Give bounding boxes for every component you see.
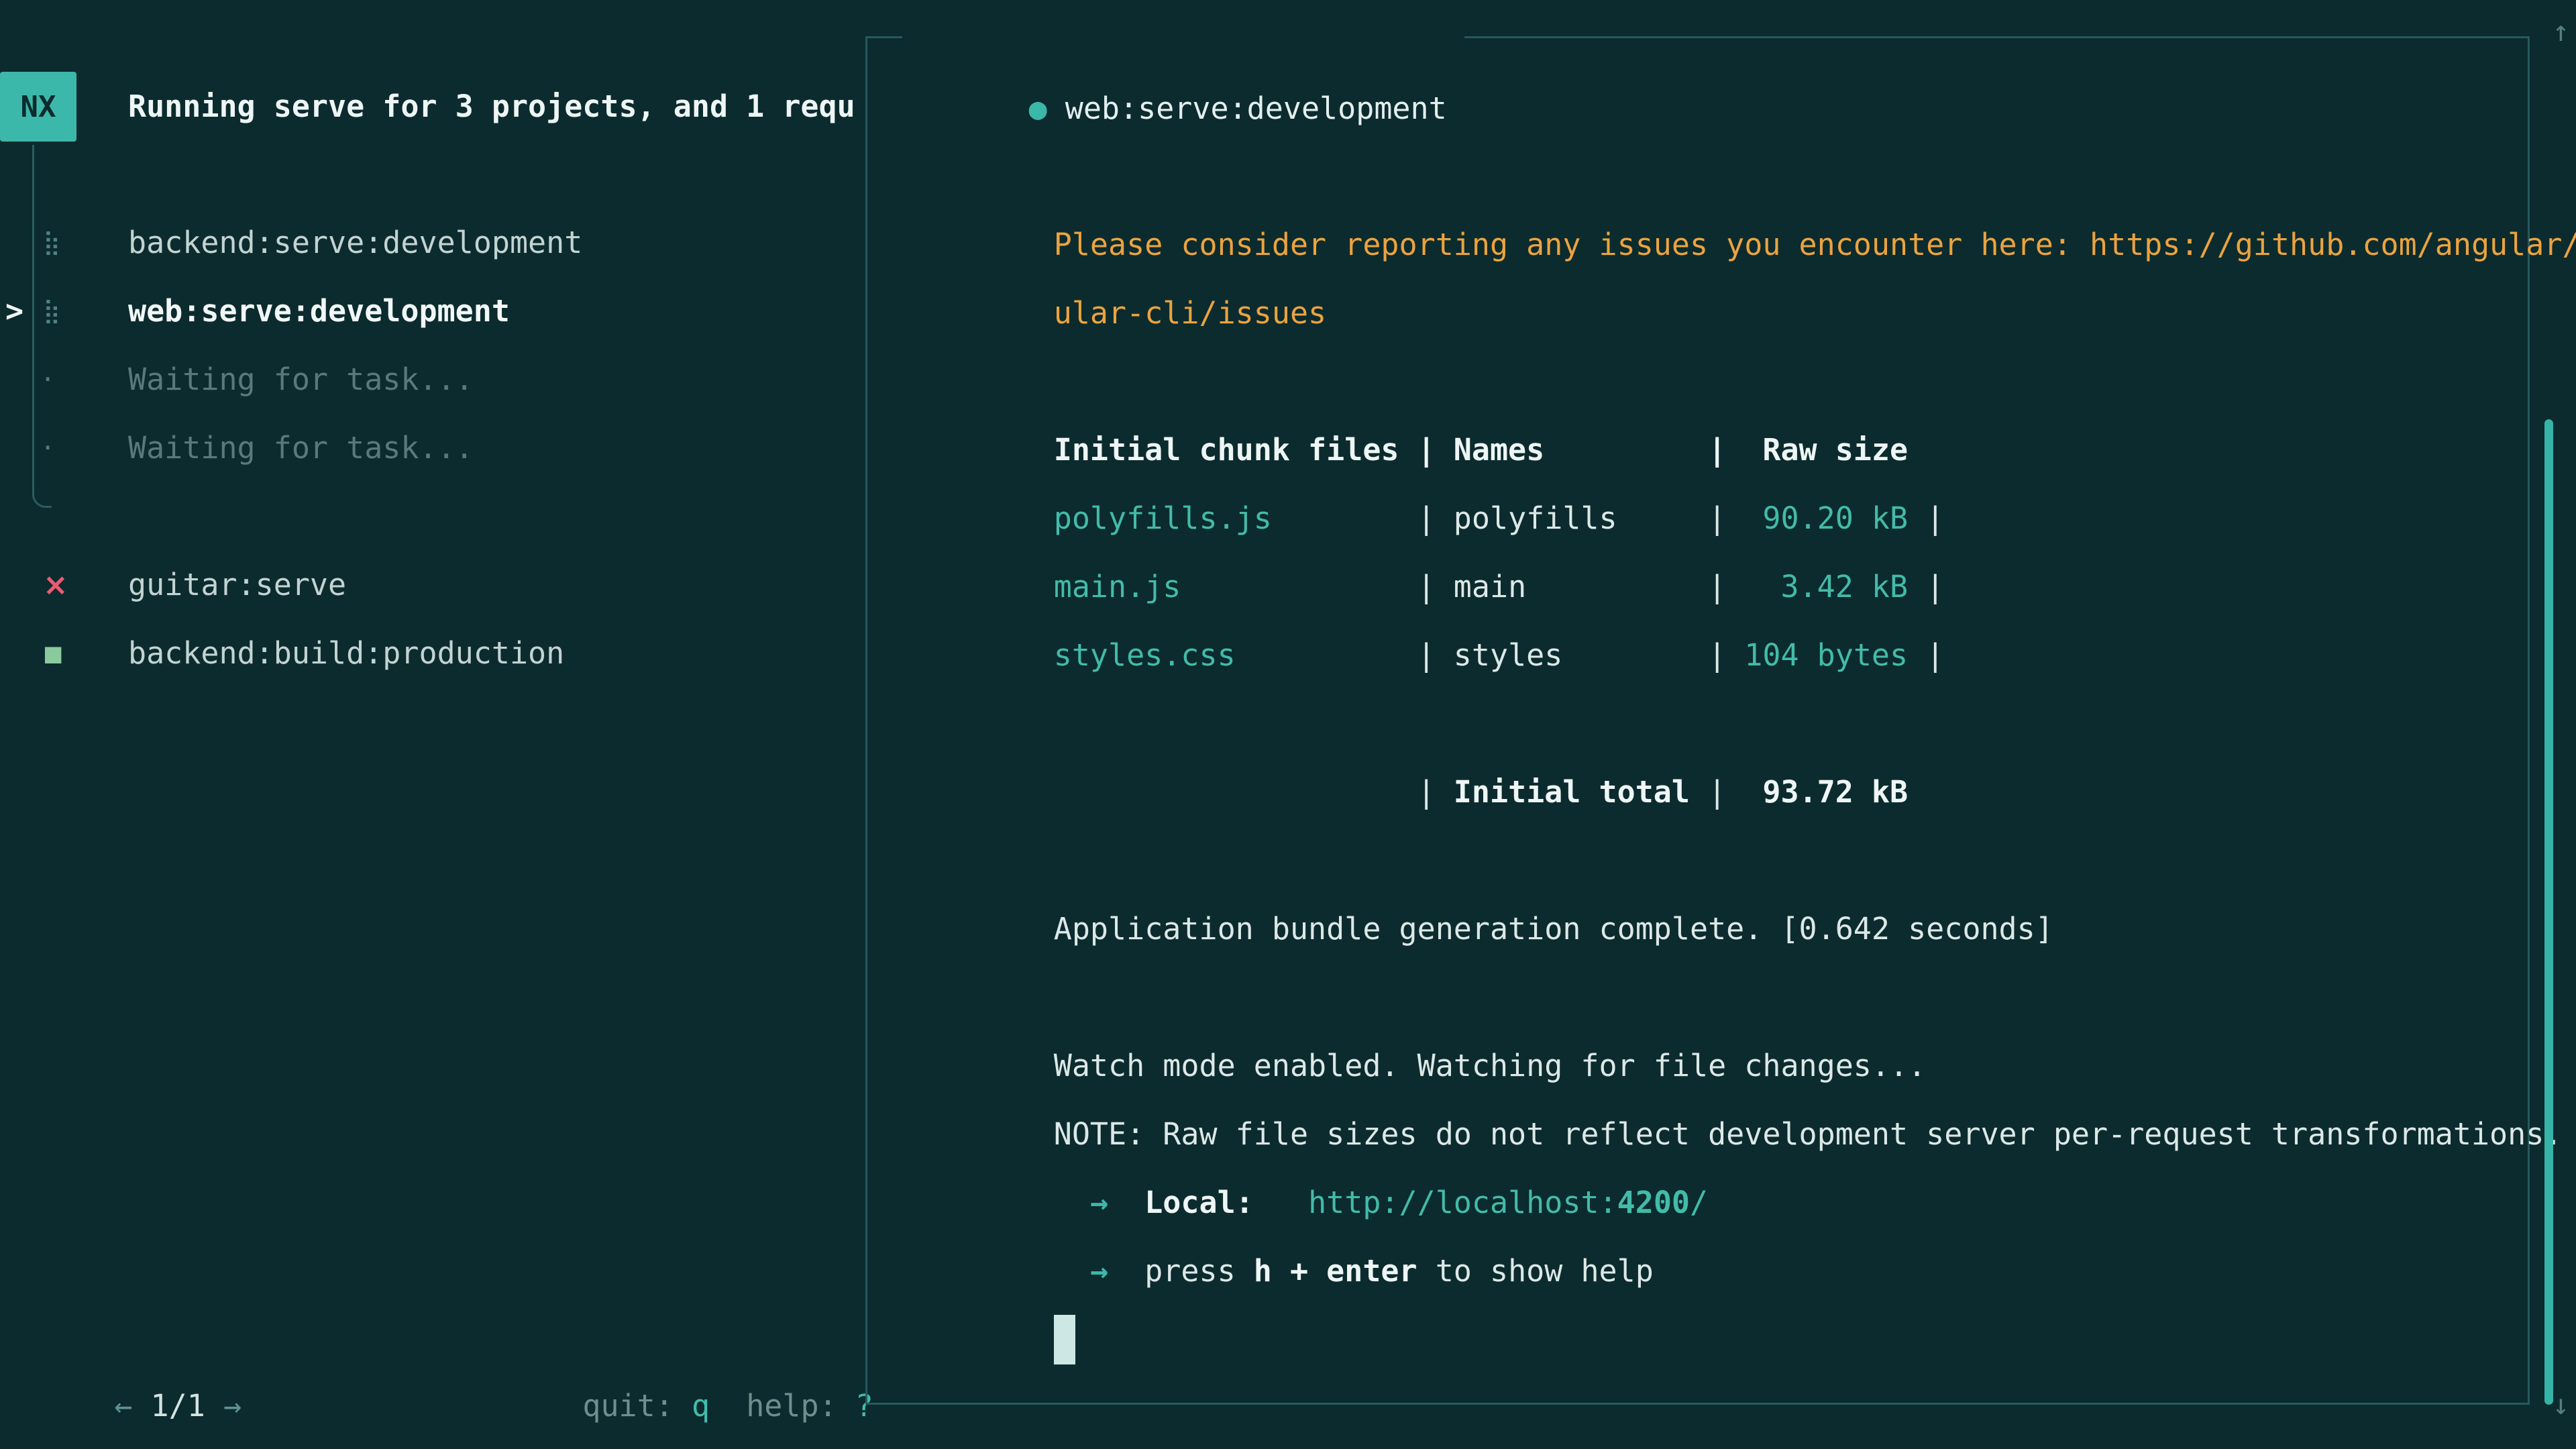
pipe: | (1908, 569, 1944, 604)
pipe: | (1399, 569, 1454, 604)
pagination: ← 1/1 → (42, 1303, 241, 1372)
pipe: | (1417, 774, 1454, 810)
page-title: Running serve for 3 projects, and 1 requ (128, 72, 863, 142)
task-label: Waiting for task... (128, 345, 474, 414)
chunk-size: 104 bytes (1744, 637, 1908, 673)
pipe: | (1908, 637, 1944, 673)
title-gap (1047, 91, 1065, 126)
help-hint-label: help: (710, 1388, 855, 1424)
chunk-size: 90.20 kB (1744, 500, 1908, 536)
lead (1054, 1185, 1090, 1220)
task-web-serve-development[interactable]: > ⣷ web:serve:development (0, 277, 864, 345)
pager-prev-icon[interactable]: ← (114, 1388, 132, 1424)
selection-caret-icon: > (5, 277, 23, 345)
task-label: web:serve:development (128, 277, 510, 345)
scroll-up-icon[interactable]: ↑ (2553, 0, 2569, 66)
pipe: | (1708, 637, 1744, 673)
finished-task-list: × guitar:serve ■ backend:build:productio… (0, 551, 864, 688)
total-lead (1054, 774, 1417, 810)
keyboard-hints: quit: q help: ? (510, 1303, 873, 1372)
gap (1108, 1185, 1144, 1220)
arrow-icon: → (1090, 1253, 1108, 1289)
arrow-icon: → (1090, 1185, 1108, 1220)
bundle-complete-line: Application bundle generation complete. … (908, 826, 2501, 895)
github-issues-link[interactable]: https://github.com/angular/ang (2090, 227, 2576, 262)
quit-hint-label: quit: (582, 1388, 692, 1424)
localhost-port: 4200 (1617, 1185, 1690, 1220)
task-label: backend:build:production (128, 619, 564, 688)
help-suffix: to show help (1417, 1253, 1654, 1289)
initial-total-row: | Initial total | 93.72 kB (908, 690, 2501, 758)
terminal-output: Please consider reporting any issues you… (908, 142, 2501, 1305)
github-issues-link-wrap[interactable]: ular-cli/issues (1054, 295, 1326, 331)
chunk-file: main.js (1054, 569, 1399, 604)
total-label: Initial total (1454, 774, 1708, 810)
gap (1108, 1253, 1144, 1289)
task-backend-build-production[interactable]: ■ backend:build:production (0, 619, 864, 688)
help-key-combo: h + enter (1254, 1253, 1417, 1289)
pipe: | (1399, 637, 1454, 673)
localhost-link[interactable]: http://localhost:4200/ (1308, 1185, 1708, 1220)
quit-key: q (692, 1388, 710, 1424)
waiting-dot-icon: · (43, 414, 52, 482)
nx-logo-text: NX (21, 90, 56, 124)
running-bullet-icon: ● (1029, 91, 1047, 126)
chunk-name: polyfills (1454, 500, 1708, 536)
pipe: | (1708, 569, 1744, 604)
spinner-icon: ⣷ (43, 277, 60, 345)
gap (1254, 1185, 1308, 1220)
chunk-table-header: Initial chunk files | Names | Raw size (908, 347, 2501, 416)
chunk-name: main (1454, 569, 1708, 604)
lead (1054, 1253, 1090, 1289)
warning-text: Please consider reporting any issues you… (1054, 227, 2090, 262)
pipe: | (1708, 500, 1744, 536)
panel-title: ● web:serve:development (902, 6, 1464, 74)
chunk-file: polyfills.js (1054, 500, 1399, 536)
pager-next-icon[interactable]: → (223, 1388, 241, 1424)
help-prefix: press (1144, 1253, 1254, 1289)
task-label: backend:serve:development (128, 209, 582, 277)
total-value: 93.72 kB (1744, 774, 1908, 810)
warning-line-1: Please consider reporting any issues you… (908, 142, 2501, 211)
task-waiting-1[interactable]: · Waiting for task... (0, 345, 864, 414)
task-guitar-serve[interactable]: × guitar:serve (0, 551, 864, 619)
scroll-down-icon[interactable]: ↓ (2553, 1371, 2569, 1439)
running-task-list: ⣷ backend:serve:development > ⣷ web:serv… (0, 209, 864, 482)
bundle-complete-text: Application bundle generation complete. … (1054, 911, 2053, 947)
chunk-size: 3.42 kB (1744, 569, 1908, 604)
local-label: Local: (1144, 1185, 1254, 1220)
task-backend-serve-development[interactable]: ⣷ backend:serve:development (0, 209, 864, 277)
nx-logo: NX (0, 72, 76, 142)
failed-x-icon: × (43, 551, 68, 619)
panel-title-text: web:serve:development (1065, 91, 1447, 126)
chunk-file: styles.css (1054, 637, 1399, 673)
waiting-dot-icon: · (43, 345, 52, 414)
task-label: Waiting for task... (128, 414, 474, 482)
nx-terminal-ui: NX Running serve for 3 projects, and 1 r… (0, 0, 2576, 1449)
spinner-icon: ⣷ (43, 209, 60, 277)
scrollbar-thumb[interactable] (2544, 419, 2553, 1405)
pipe: | (1708, 774, 1744, 810)
chunk-table-header-text: Initial chunk files | Names | Raw size (1054, 432, 1908, 468)
pager-page-label: 1/1 (132, 1388, 223, 1424)
chunk-name: styles (1454, 637, 1708, 673)
terminal-cursor (1054, 1315, 1075, 1364)
task-output-panel: ● web:serve:development Please consider … (865, 36, 2530, 1405)
note-text: NOTE: Raw file sizes do not reflect deve… (1054, 1116, 2563, 1152)
pipe: | (1399, 500, 1454, 536)
localhost-url-prefix: http://localhost: (1308, 1185, 1617, 1220)
localhost-url-suffix: / (1690, 1185, 1708, 1220)
pipe: | (1908, 500, 1944, 536)
watch-mode-text: Watch mode enabled. Watching for file ch… (1054, 1048, 1926, 1083)
success-square-icon: ■ (43, 619, 63, 688)
task-waiting-2[interactable]: · Waiting for task... (0, 414, 864, 482)
watch-mode-line: Watch mode enabled. Watching for file ch… (908, 963, 2501, 1032)
task-label: guitar:serve (128, 551, 346, 619)
